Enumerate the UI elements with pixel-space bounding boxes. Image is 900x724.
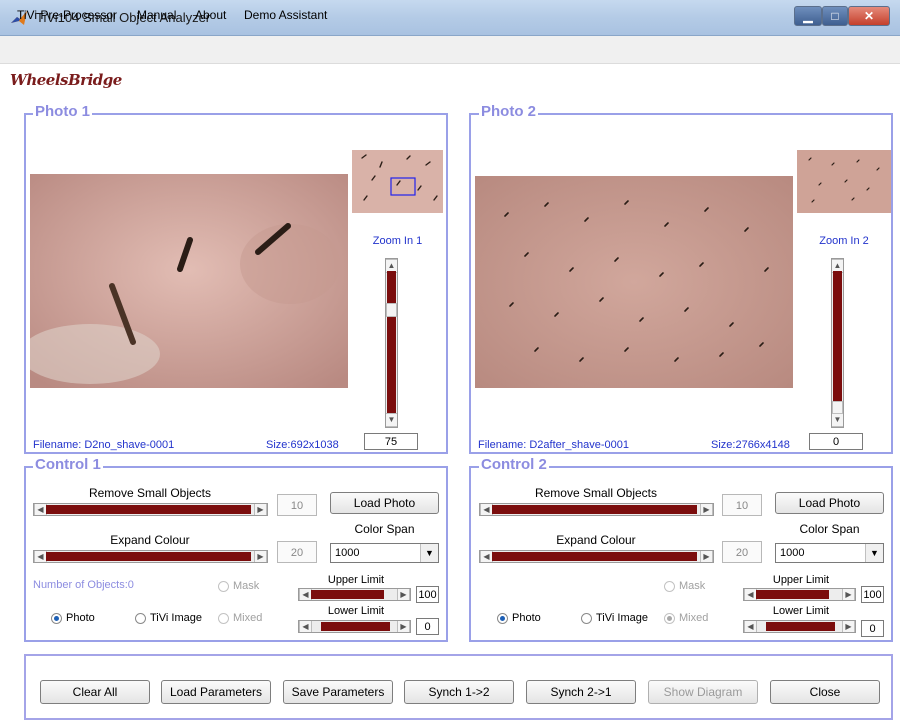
- chevron-down-icon[interactable]: ▼: [420, 544, 438, 562]
- lower-limit-value-1[interactable]: 0: [416, 618, 439, 635]
- tivi-image-radio-1[interactable]: [135, 613, 146, 624]
- load-parameters-button[interactable]: Load Parameters: [161, 680, 271, 704]
- load-photo-2-button[interactable]: Load Photo: [775, 492, 884, 514]
- photo2-title: Photo 2: [479, 103, 538, 120]
- remove-small-objects-slider-2[interactable]: ◀ ▶: [479, 503, 714, 516]
- photo-radio-2[interactable]: [497, 613, 508, 624]
- photo1-thumbnail[interactable]: [352, 150, 443, 213]
- remove-small-objects-value-1[interactable]: 10: [277, 494, 317, 516]
- photo1-filename: Filename: D2no_shave-0001: [33, 439, 175, 451]
- color-span-value-2: 1000: [780, 547, 805, 559]
- wheelsbridge-logo: WheelsBridge: [10, 71, 122, 89]
- photo1-title: Photo 1: [33, 103, 92, 120]
- menu-tivi-preprocessor[interactable]: TiVi Pre-Processor: [17, 8, 117, 22]
- menu-bar: [0, 36, 900, 64]
- mixed-radio-label-2: Mixed: [679, 612, 709, 624]
- minimize-button[interactable]: ▁: [794, 6, 822, 26]
- show-diagram-button[interactable]: Show Diagram: [648, 680, 758, 704]
- upper-limit-label-2: Upper Limit: [772, 574, 830, 586]
- zoom-in-2-label: Zoom In 2: [819, 235, 869, 247]
- zoom-2-slider[interactable]: ▲ ▼: [831, 258, 844, 428]
- load-photo-1-button[interactable]: Load Photo: [330, 492, 439, 514]
- chevron-down-icon[interactable]: ▼: [865, 544, 883, 562]
- remove-small-objects-slider-1[interactable]: ◀ ▶: [33, 503, 268, 516]
- mixed-radio-2[interactable]: [664, 613, 675, 624]
- zoom-1-value[interactable]: 75: [364, 433, 418, 450]
- color-span-select-1[interactable]: 1000 ▼: [330, 543, 439, 563]
- photo1-image[interactable]: [20, 174, 348, 388]
- menu-demo-assistant[interactable]: Demo Assistant: [244, 8, 327, 22]
- expand-colour-slider-1[interactable]: ◀ ▶: [33, 550, 268, 563]
- photo1-size: Size:692x1038: [266, 439, 339, 451]
- color-span-label-2: Color Span: [799, 522, 860, 536]
- expand-colour-label-1: Expand Colour: [110, 533, 190, 547]
- mixed-radio-1[interactable]: [218, 613, 229, 624]
- remove-small-objects-label-2: Remove Small Objects: [534, 486, 658, 500]
- close-window-button[interactable]: ✕: [848, 6, 890, 26]
- photo-radio-1[interactable]: [51, 613, 62, 624]
- zoom-2-down-arrow[interactable]: ▼: [832, 413, 843, 427]
- photo2-size: Size:2766x4148: [711, 439, 790, 451]
- maximize-button[interactable]: □: [822, 6, 848, 26]
- photo2-thumbnail[interactable]: [797, 150, 891, 213]
- menu-manual[interactable]: Manual: [137, 8, 176, 22]
- menu-about[interactable]: About: [195, 8, 226, 22]
- remove-small-objects-value-2[interactable]: 10: [722, 494, 762, 516]
- lower-limit-value-2[interactable]: 0: [861, 620, 884, 637]
- control1-title: Control 1: [33, 456, 103, 473]
- lower-limit-label-2: Lower Limit: [772, 605, 830, 617]
- expand-colour-value-1[interactable]: 20: [277, 541, 317, 563]
- save-parameters-button[interactable]: Save Parameters: [283, 680, 393, 704]
- upper-limit-slider-2[interactable]: ◀ ▶: [743, 588, 856, 601]
- photo-radio-label-2: Photo: [512, 612, 541, 624]
- tivi-image-radio-2[interactable]: [581, 613, 592, 624]
- mask-label-2: Mask: [679, 580, 706, 592]
- expand-colour-slider-2[interactable]: ◀ ▶: [479, 550, 714, 563]
- number-of-objects-label: Number of Objects:0: [33, 579, 134, 591]
- clear-all-button[interactable]: Clear All: [40, 680, 150, 704]
- close-button[interactable]: Close: [770, 680, 880, 704]
- remove-small-objects-label-1: Remove Small Objects: [88, 486, 212, 500]
- zoom-1-thumb[interactable]: [386, 303, 397, 317]
- photo2-filename: Filename: D2after_shave-0001: [478, 439, 630, 451]
- lower-limit-slider-2[interactable]: ◀ ▶: [743, 620, 856, 633]
- upper-limit-value-2[interactable]: 100: [861, 586, 884, 603]
- mask-label-1: Mask: [233, 580, 260, 592]
- zoom-in-1-label: Zoom In 1: [372, 235, 423, 247]
- mixed-radio-label-1: Mixed: [233, 612, 263, 624]
- photo-radio-label-1: Photo: [66, 612, 95, 624]
- color-span-select-2[interactable]: 1000 ▼: [775, 543, 884, 563]
- synch-2-to-1-button[interactable]: Synch 2->1: [526, 680, 636, 704]
- expand-colour-label-2: Expand Colour: [556, 533, 636, 547]
- tivi-image-radio-label-2: TiVi Image: [596, 612, 648, 624]
- control2-title: Control 2: [479, 456, 549, 473]
- zoom-1-down-arrow[interactable]: ▼: [386, 413, 397, 427]
- upper-limit-slider-1[interactable]: ◀ ▶: [298, 588, 411, 601]
- upper-limit-label-1: Upper Limit: [327, 574, 385, 586]
- photo2-image[interactable]: [475, 176, 793, 388]
- lower-limit-slider-1[interactable]: ◀ ▶: [298, 620, 411, 633]
- color-span-label-1: Color Span: [354, 522, 415, 536]
- expand-colour-value-2[interactable]: 20: [722, 541, 762, 563]
- mask-radio-1[interactable]: [218, 581, 229, 592]
- synch-1-to-2-button[interactable]: Synch 1->2: [404, 680, 514, 704]
- mask-radio-2[interactable]: [664, 581, 675, 592]
- color-span-value-1: 1000: [335, 547, 360, 559]
- upper-limit-value-1[interactable]: 100: [416, 586, 439, 603]
- zoom-1-slider[interactable]: ▲ ▼: [385, 258, 398, 428]
- zoom-2-value[interactable]: 0: [809, 433, 863, 450]
- tivi-image-radio-label-1: TiVi Image: [150, 612, 202, 624]
- lower-limit-label-1: Lower Limit: [327, 605, 385, 617]
